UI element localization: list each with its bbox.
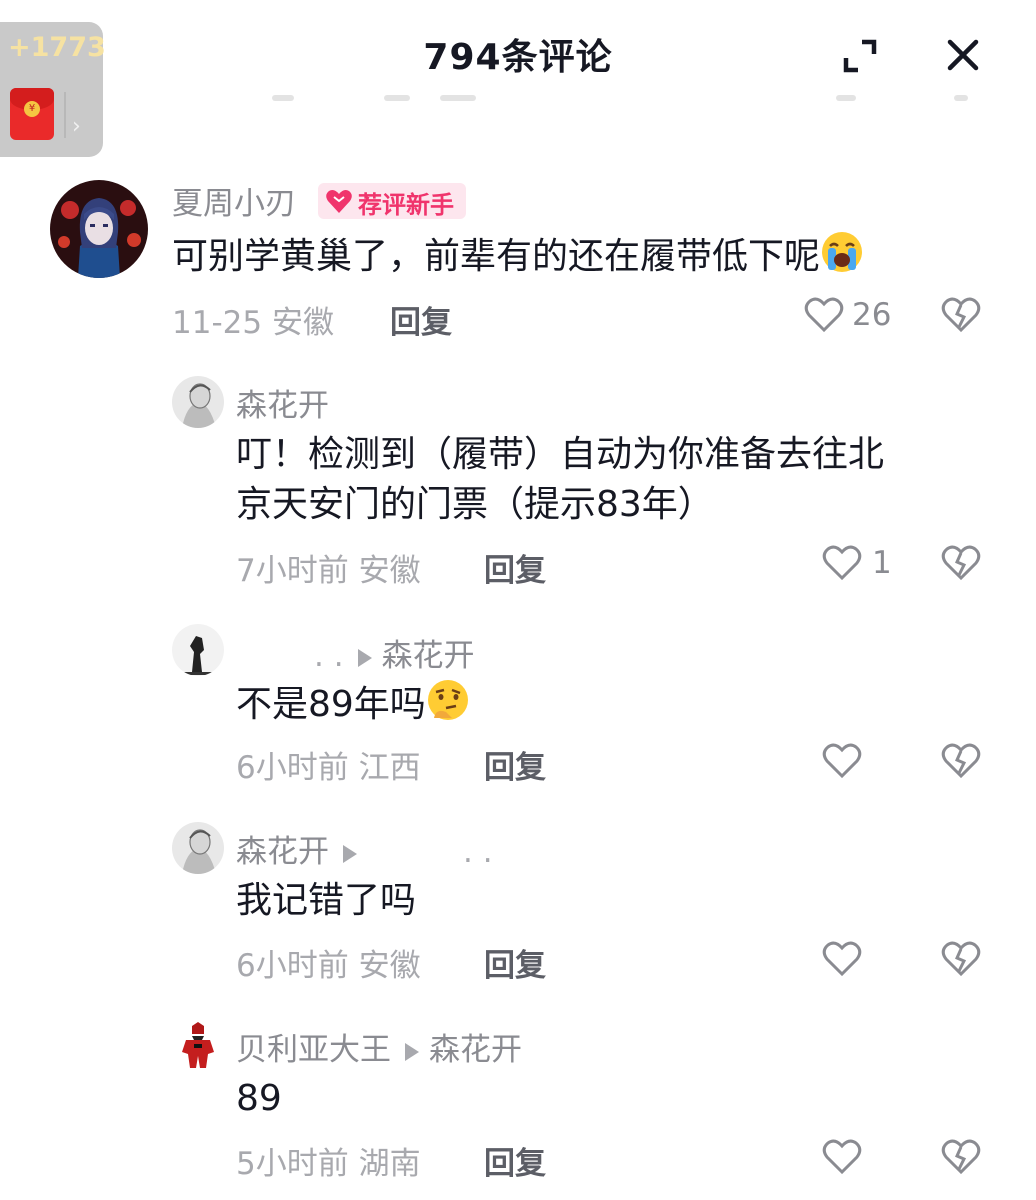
reply-username[interactable]: 森花开	[236, 834, 329, 870]
recommend-badge: 荐评新手	[318, 183, 466, 219]
comment-count-title: 794条评论	[423, 37, 613, 78]
comments-header: 794条评论	[0, 0, 1036, 110]
reply-to-username[interactable]: . .	[463, 834, 493, 870]
like-count: 1	[872, 545, 892, 581]
reply-location: 安徽	[358, 948, 421, 984]
red-packet-widget[interactable]: +1773 ¥ ›	[0, 22, 106, 157]
heart-badge-icon	[326, 190, 352, 213]
reply-meta: 7小时前 安徽	[236, 545, 421, 590]
red-packet-count: +1773	[8, 32, 106, 63]
user-avatar[interactable]	[50, 180, 148, 278]
broken-heart-icon[interactable]	[940, 742, 982, 780]
heart-icon[interactable]	[822, 940, 862, 978]
comment-username[interactable]: 夏周小刃	[172, 178, 296, 223]
reply-meta: 6小时前 安徽	[236, 940, 421, 985]
heart-icon[interactable]	[822, 544, 862, 582]
reply-time: 6小时前	[236, 750, 349, 786]
heart-icon[interactable]	[822, 1138, 862, 1176]
chevron-right-icon[interactable]: ›	[72, 114, 81, 139]
user-avatar[interactable]	[172, 822, 224, 874]
reply-header: 贝利亚大王 森花开	[236, 1024, 522, 1069]
reply-button[interactable]: 回复	[484, 742, 546, 787]
reply-header: 森花开 . .	[236, 826, 493, 871]
reply-text-content: 不是89年吗	[236, 684, 426, 725]
reply-arrow-icon	[357, 648, 372, 667]
close-icon[interactable]	[944, 36, 982, 74]
faded-previous-row	[0, 95, 1036, 109]
reply-text: 不是89年吗	[236, 678, 470, 730]
reply-text-line1: 叮！检测到（履带）自动为你准备去往北	[236, 434, 885, 475]
comment-location: 安徽	[271, 305, 334, 341]
reply-button[interactable]: 回复	[484, 545, 546, 590]
reply-location: 安徽	[358, 553, 421, 589]
comment-text: 可别学黄巢了，前辈有的还在履带低下呢	[172, 230, 864, 282]
reply-username[interactable]: 森花开	[236, 380, 329, 425]
like-count: 26	[852, 297, 892, 333]
loudly-crying-face-icon	[822, 232, 863, 272]
reply-time: 7小时前	[236, 553, 349, 589]
broken-heart-icon[interactable]	[940, 1138, 982, 1176]
reply-meta: 6小时前 江西	[236, 742, 421, 787]
reply-button[interactable]: 回复	[484, 940, 546, 985]
reply-to-username[interactable]: 森花开	[382, 638, 475, 674]
broken-heart-icon[interactable]	[940, 940, 982, 978]
user-avatar[interactable]	[172, 376, 224, 428]
reply-location: 江西	[358, 750, 421, 786]
reply-text: 我记错了吗	[236, 880, 417, 921]
reply-text-line2: 京天安门的门票（提示83年）	[236, 484, 714, 525]
comment-text-content: 可别学黄巢了，前辈有的还在履带低下呢	[172, 236, 821, 277]
user-avatar[interactable]	[172, 1020, 224, 1072]
reply-header: . . 森花开	[236, 630, 475, 675]
comment-date: 11-25	[172, 305, 263, 341]
broken-heart-icon[interactable]	[940, 296, 982, 334]
expand-icon[interactable]	[842, 38, 878, 74]
reply-username[interactable]: 贝利亚大王	[236, 1032, 391, 1068]
reply-button[interactable]: 回复	[484, 1138, 546, 1183]
reply-username[interactable]: . .	[314, 638, 344, 674]
reply-button[interactable]: 回复	[390, 297, 452, 342]
badge-label: 荐评新手	[358, 191, 454, 219]
broken-heart-icon[interactable]	[940, 544, 982, 582]
reply-to-username[interactable]: 森花开	[429, 1032, 522, 1068]
thinking-face-icon	[427, 680, 468, 720]
heart-icon[interactable]	[822, 742, 862, 780]
reply-arrow-icon	[405, 1042, 419, 1061]
reply-text: 89	[236, 1078, 282, 1119]
heart-icon[interactable]	[804, 296, 844, 334]
reply-location: 湖南	[358, 1146, 421, 1182]
reply-time: 5小时前	[236, 1146, 349, 1182]
reply-time: 6小时前	[236, 948, 349, 984]
reply-meta: 5小时前 湖南	[236, 1138, 421, 1183]
reply-arrow-icon	[343, 844, 357, 863]
comment-meta: 11-25 安徽	[172, 297, 334, 342]
user-avatar[interactable]	[172, 624, 224, 676]
